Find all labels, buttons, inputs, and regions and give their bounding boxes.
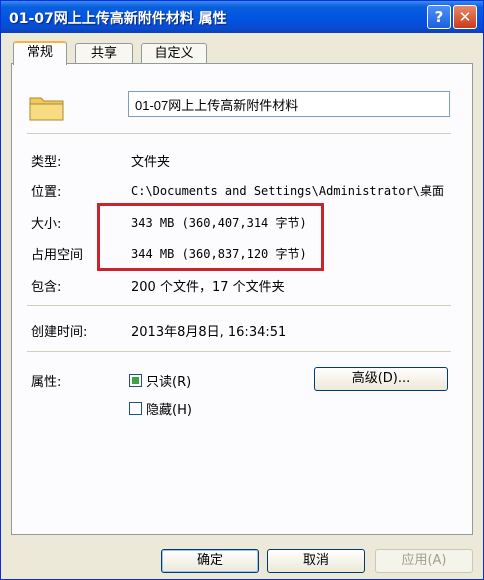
folder-name-input[interactable] (128, 91, 450, 117)
separator (27, 305, 451, 306)
ok-button[interactable]: 确定 (161, 549, 259, 573)
location-label: 位置: (31, 185, 62, 200)
cancel-button[interactable]: 取消 (267, 549, 365, 573)
type-label: 类型: (31, 155, 62, 170)
highlight-box (97, 203, 324, 271)
size-label: 大小: (31, 217, 62, 232)
separator (27, 351, 451, 352)
contains-value: 200 个文件，17 个文件夹 (131, 280, 285, 295)
attributes-label: 属性: (31, 375, 62, 390)
hidden-checkbox-box[interactable] (129, 402, 142, 415)
properties-dialog: 01-07网上上传高新附件材料 属性 ? ✕ 常规 共享 自定义 类型: 文件夹… (0, 0, 484, 580)
created-label: 创建时间: (31, 325, 88, 340)
readonly-label: 只读(R) (146, 375, 192, 390)
window-title: 01-07网上上传高新附件材料 属性 (9, 11, 227, 27)
contains-label: 包含: (31, 280, 62, 295)
hidden-checkbox[interactable]: 隐藏(H) (129, 399, 192, 418)
created-value: 2013年8月8日, 16:34:51 (131, 325, 287, 340)
advanced-button[interactable]: 高级(D)... (314, 367, 448, 391)
tab-general[interactable]: 常规 (13, 41, 67, 65)
hidden-label: 隐藏(H) (146, 403, 192, 418)
readonly-checkbox[interactable]: 只读(R) (129, 371, 192, 390)
location-value: C:\Documents and Settings\Administrator\… (131, 184, 444, 198)
close-button[interactable]: ✕ (453, 5, 477, 29)
title-bar[interactable]: 01-07网上上传高新附件材料 属性 ? ✕ (1, 1, 483, 33)
separator (27, 133, 451, 134)
disk-size-label: 占用空间 (31, 248, 84, 263)
readonly-checkbox-box[interactable] (129, 374, 142, 387)
type-value: 文件夹 (131, 155, 171, 170)
help-button[interactable]: ? (427, 5, 451, 29)
tab-customize[interactable]: 自定义 (141, 43, 207, 64)
tab-sharing[interactable]: 共享 (75, 43, 133, 64)
folder-icon (29, 97, 64, 121)
apply-button: 应用(A) (375, 549, 473, 573)
